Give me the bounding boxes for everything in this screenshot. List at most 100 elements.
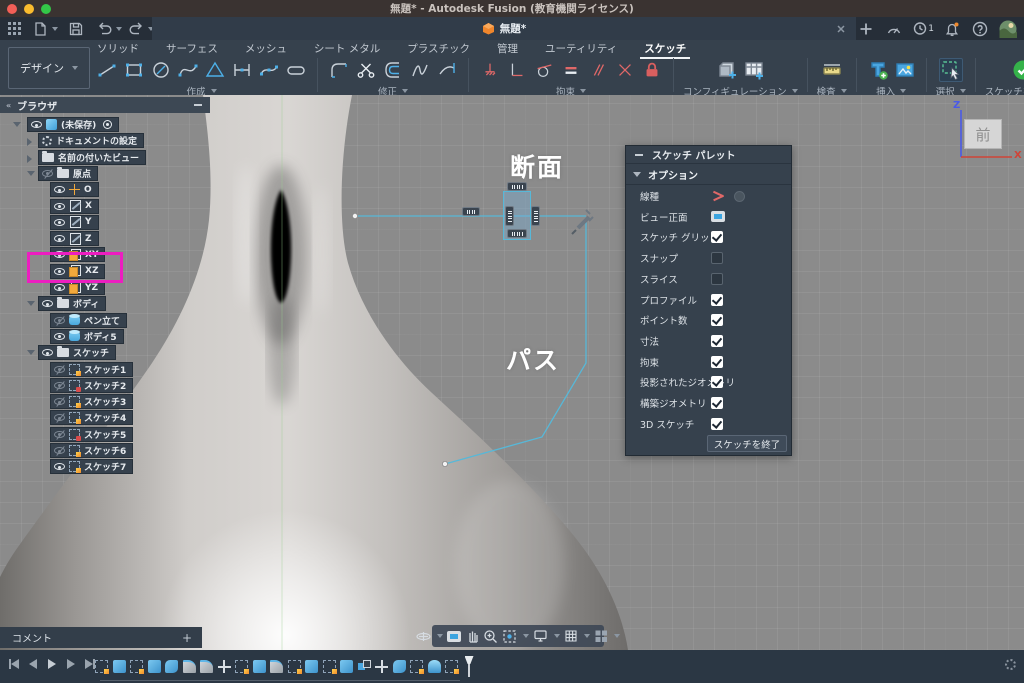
- pan-icon[interactable]: [465, 629, 479, 643]
- fillet-tool-icon[interactable]: [327, 58, 351, 82]
- linetype-spline-icon[interactable]: [711, 190, 726, 202]
- visibility-on-icon[interactable]: [54, 333, 65, 340]
- dimension-badge[interactable]: [507, 229, 527, 238]
- spline-tool-icon[interactable]: [176, 58, 200, 82]
- visibility-on-icon[interactable]: [54, 203, 65, 210]
- viewcube-front-face[interactable]: 前: [964, 119, 1002, 149]
- timeline-position-marker[interactable]: [465, 656, 474, 677]
- timeline-feature-fillet[interactable]: [183, 660, 196, 673]
- circle-tool-icon[interactable]: [149, 58, 173, 82]
- browser-row-ペン立て[interactable]: ペン立て: [50, 313, 127, 328]
- select-tool-icon[interactable]: [939, 58, 963, 82]
- lock-constraint-icon[interactable]: [640, 58, 664, 82]
- browser-row-スケッチ6[interactable]: スケッチ6: [50, 443, 133, 458]
- perpendicular-constraint-icon[interactable]: [505, 58, 529, 82]
- offset-tool-icon[interactable]: [381, 58, 405, 82]
- measure-tool-icon[interactable]: [820, 58, 844, 82]
- visibility-off-icon[interactable]: [54, 414, 65, 421]
- browser-row-名前の付いたビュー[interactable]: 名前の付いたビュー: [38, 150, 146, 165]
- timeline-settings-gear-icon[interactable]: [1005, 659, 1016, 670]
- ribbon-tab-4[interactable]: シート メタル: [314, 41, 380, 56]
- document-tab[interactable]: 無題*: [152, 17, 856, 40]
- finish-sketch-icon[interactable]: [1011, 58, 1024, 82]
- timeline-feature-extrude[interactable]: [305, 660, 318, 673]
- timeline-feature-fillet[interactable]: [270, 660, 283, 673]
- configuration-cube-icon[interactable]: [715, 58, 739, 82]
- orbit-icon[interactable]: [416, 629, 431, 644]
- visibility-on-icon[interactable]: [42, 300, 53, 307]
- timeline-feature-extrude[interactable]: [113, 660, 126, 673]
- browser-row-スケッチ5[interactable]: スケッチ5: [50, 427, 133, 442]
- equal-constraint-icon[interactable]: [559, 58, 583, 82]
- step-forward-button[interactable]: [65, 658, 77, 670]
- notifications-bell-icon[interactable]: [942, 19, 962, 39]
- visibility-on-icon[interactable]: [54, 219, 65, 226]
- look-at-icon[interactable]: [711, 211, 725, 222]
- finish-sketch-button[interactable]: スケッチを終了: [707, 435, 787, 452]
- checkbox-checked[interactable]: [711, 397, 723, 409]
- timeline-feature-move[interactable]: [218, 660, 231, 673]
- orbit-caret-icon[interactable]: [437, 634, 443, 638]
- dimension-badge[interactable]: [531, 206, 540, 226]
- timeline-feature-extrude[interactable]: [253, 660, 266, 673]
- browser-row-ボディ5[interactable]: ボディ5: [50, 329, 124, 344]
- visibility-off-icon[interactable]: [54, 398, 65, 405]
- look-at-icon[interactable]: [447, 631, 461, 642]
- zoom-icon[interactable]: [483, 629, 498, 644]
- checkbox-checked[interactable]: [711, 376, 723, 388]
- ribbon-tab-5[interactable]: プラスチック: [407, 41, 470, 56]
- expander-open-icon[interactable]: [13, 122, 21, 127]
- workspace-selector[interactable]: デザイン: [8, 47, 90, 89]
- save-icon[interactable]: [66, 19, 86, 39]
- ribbon-tab-7[interactable]: ユーティリティ: [545, 41, 617, 56]
- dimension-badge[interactable]: [505, 206, 514, 226]
- close-tab-icon[interactable]: [834, 21, 848, 40]
- timeline-feature-sketch[interactable]: [235, 660, 248, 673]
- visibility-on-icon[interactable]: [42, 349, 53, 356]
- browser-panel-header[interactable]: « ブラウザ: [0, 97, 210, 113]
- active-component-icon[interactable]: [103, 120, 112, 129]
- display-caret-icon[interactable]: [554, 634, 560, 638]
- visibility-on-icon[interactable]: [54, 463, 65, 470]
- ribbon-tab-8[interactable]: スケッチ: [644, 41, 686, 56]
- fit-caret-icon[interactable]: [523, 634, 529, 638]
- ribbon-tab-1[interactable]: ソリッド: [97, 41, 139, 56]
- add-comment-icon[interactable]: +: [182, 631, 192, 645]
- ribbon-tab-2[interactable]: サーフェス: [166, 41, 218, 56]
- visibility-on-icon[interactable]: [54, 186, 65, 193]
- grid-caret-icon[interactable]: [584, 634, 590, 638]
- help-icon[interactable]: [970, 19, 990, 39]
- fixed-constraint-icon[interactable]: [478, 58, 502, 82]
- viewports-caret-icon[interactable]: [614, 634, 620, 638]
- collapse-panel-icon[interactable]: «: [6, 101, 11, 110]
- break-tool-icon[interactable]: [408, 58, 432, 82]
- step-back-button[interactable]: [27, 658, 39, 670]
- linetype-sphere-icon[interactable]: [734, 191, 745, 202]
- browser-row-スケッチ7[interactable]: スケッチ7: [50, 459, 133, 474]
- viewport-canvas[interactable]: 断面 パス 前 Z X « ブラウザ (未保存)ドキュメントの設定名前の付いたビ…: [0, 95, 1024, 650]
- sketch-path-lines[interactable]: [355, 216, 586, 464]
- options-section-header[interactable]: オプション: [626, 164, 791, 185]
- ribbon-tab-3[interactable]: メッシュ: [245, 41, 287, 56]
- dimension-badge[interactable]: [462, 207, 480, 216]
- expander-open-icon[interactable]: [27, 350, 35, 355]
- job-status-icon[interactable]: 1: [912, 19, 934, 39]
- expander-open-icon[interactable]: [27, 171, 35, 176]
- browser-row-原点[interactable]: 原点: [38, 166, 98, 181]
- browser-row-(未保存)[interactable]: (未保存): [27, 117, 119, 132]
- file-menu-caret-icon[interactable]: [52, 27, 58, 31]
- timeline-feature-move[interactable]: [375, 660, 388, 673]
- browser-row-Z[interactable]: Z: [50, 231, 99, 246]
- undo-icon[interactable]: [94, 19, 114, 39]
- ribbon-tab-6[interactable]: 管理: [497, 41, 518, 56]
- checkbox-checked[interactable]: [711, 314, 723, 326]
- collapse-palette-icon[interactable]: [635, 154, 643, 156]
- go-to-start-button[interactable]: [8, 658, 20, 670]
- expander-open-icon[interactable]: [27, 301, 35, 306]
- polygon-tool-icon[interactable]: [203, 58, 227, 82]
- browser-row-X[interactable]: X: [50, 199, 99, 214]
- parallel-constraint-icon[interactable]: [586, 58, 610, 82]
- browser-row-スケッチ[interactable]: スケッチ: [38, 345, 116, 360]
- browser-row-スケッチ3[interactable]: スケッチ3: [50, 394, 133, 409]
- slot-tool-icon[interactable]: [284, 58, 308, 82]
